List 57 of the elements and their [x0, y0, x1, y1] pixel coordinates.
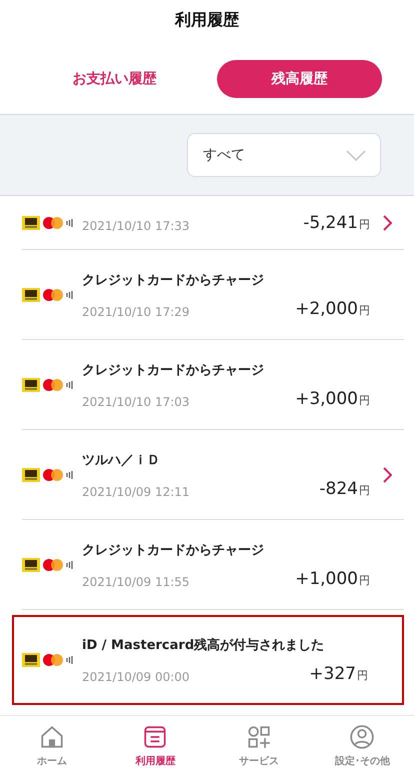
transaction-amount: +1,000	[295, 568, 358, 588]
grid-plus-icon	[246, 724, 272, 750]
contactless-icon	[66, 290, 74, 300]
page-title: 利用履歴	[175, 10, 239, 30]
mastercard-icon	[43, 654, 63, 666]
user-icon	[349, 724, 376, 750]
tab[interactable]: お支払い履歴	[32, 60, 197, 98]
mastercard-icon	[43, 288, 63, 300]
mastercard-icon	[43, 378, 63, 390]
transaction-date: 2021/10/09 00:00	[82, 670, 190, 684]
contactless-icon	[66, 560, 74, 570]
transaction-row[interactable]: クレジットカードからチャージ 2021/10/09 11:55 +1,000 円	[22, 520, 404, 610]
chevron-down-icon	[346, 150, 366, 160]
card-brand-icon	[22, 288, 40, 302]
transaction-row[interactable]: クレジットカードからチャージ 2021/10/10 17:29 +2,000 円	[22, 250, 404, 340]
currency-unit: 円	[357, 669, 368, 682]
contactless-icon	[66, 655, 74, 665]
transaction-amount: +327	[309, 664, 356, 684]
transaction-title: クレジットカードからチャージ	[82, 362, 265, 378]
transaction-amount: +2,000	[295, 298, 358, 318]
mastercard-icon	[43, 216, 63, 228]
transaction-title: iD / Mastercard残高が付与されました	[82, 636, 326, 654]
transaction-row[interactable]: iD / Mastercard残高が付与されました 2021/10/09 00:00 +327 円	[12, 615, 404, 705]
contactless-icon	[66, 218, 74, 228]
transaction-row[interactable]: クレジットカードからチャージ 2021/10/10 17:03 +3,000 円	[22, 340, 404, 430]
currency-unit: 円	[359, 574, 370, 586]
mastercard-icon	[43, 558, 63, 570]
transaction-amount: +3,000	[295, 388, 358, 408]
list-icon	[142, 724, 168, 750]
transaction-date: 2021/10/10 17:29	[82, 304, 190, 318]
transaction-amount: -824	[319, 478, 358, 498]
card-brand-icon	[22, 216, 40, 230]
transaction-date: 2021/10/10 17:33	[82, 218, 190, 232]
tab[interactable]: 残高履歴	[217, 60, 382, 98]
contactless-icon	[66, 380, 74, 390]
transaction-date: 2021/10/10 17:03	[82, 394, 190, 408]
card-brand-icon	[22, 653, 40, 667]
mastercard-icon	[43, 468, 63, 480]
contactless-icon	[66, 470, 74, 480]
currency-unit: 円	[359, 394, 370, 406]
filter-dropdown[interactable]: すべて	[187, 133, 381, 177]
transaction-title: ツルハ／ｉＤ	[82, 452, 161, 468]
transaction-amount: -5,241	[303, 212, 358, 232]
currency-unit: 円	[359, 218, 370, 230]
nav-item[interactable]: 利用履歴	[104, 716, 207, 776]
card-brand-icon	[22, 558, 40, 572]
transaction-date: 2021/10/09 12:11	[82, 484, 190, 498]
transaction-row[interactable]: ツルハ／ｉＤ 2021/10/09 12:11 -824 円	[22, 430, 404, 520]
transaction-date: 2021/10/09 11:55	[82, 574, 190, 588]
transaction-row[interactable]: 2021/10/10 17:33 -5,241 円	[22, 196, 404, 250]
card-brand-icon	[22, 378, 40, 392]
card-brand-icon	[22, 468, 40, 482]
currency-unit: 円	[359, 484, 370, 496]
transaction-title: クレジットカードからチャージ	[82, 542, 265, 558]
currency-unit: 円	[359, 304, 370, 316]
home-icon	[38, 724, 65, 750]
transaction-title: クレジットカードからチャージ	[82, 272, 265, 288]
